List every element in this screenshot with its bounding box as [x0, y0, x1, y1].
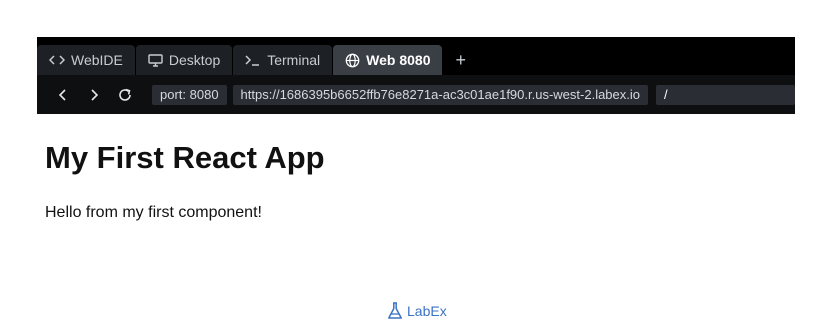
tab-webide[interactable]: WebIDE	[37, 45, 135, 75]
tab-web-8080[interactable]: Web 8080	[333, 45, 443, 75]
browser-frame: WebIDE Desktop Terminal Web 8080 + port:…	[37, 37, 795, 114]
page-content: My First React App Hello from my first c…	[45, 140, 325, 222]
flask-icon	[388, 302, 402, 319]
code-icon	[49, 54, 65, 66]
labex-logo: LabEx	[387, 302, 447, 320]
tab-bar: WebIDE Desktop Terminal Web 8080 +	[37, 45, 478, 75]
page-title: My First React App	[45, 140, 325, 175]
url-field[interactable]: https://1686395b6652ffb76e8271a-ac3c01ae…	[232, 84, 648, 105]
monitor-icon	[148, 53, 163, 67]
forward-button[interactable]	[78, 81, 109, 109]
tab-label: Desktop	[168, 52, 221, 68]
globe-icon	[345, 53, 360, 68]
tab-label: Terminal	[267, 52, 321, 68]
tab-label: Web 8080	[366, 52, 431, 68]
add-tab-button[interactable]: +	[443, 45, 478, 75]
tab-terminal[interactable]: Terminal	[233, 45, 333, 75]
component-message: Hello from my first component!	[45, 204, 262, 221]
reload-icon	[118, 88, 131, 101]
terminal-icon	[245, 54, 261, 66]
chevron-right-icon	[90, 88, 98, 101]
tab-desktop[interactable]: Desktop	[135, 45, 233, 75]
port-field[interactable]: port: 8080	[152, 84, 227, 105]
brand-label: LabEx	[407, 303, 447, 319]
address-bar: port: 8080 https://1686395b6652ffb76e827…	[37, 75, 795, 114]
path-input[interactable]: /	[656, 84, 795, 105]
back-button[interactable]	[47, 81, 78, 109]
chevron-left-icon	[58, 88, 66, 101]
reload-button[interactable]	[109, 81, 140, 109]
tab-label: WebIDE	[71, 52, 123, 68]
